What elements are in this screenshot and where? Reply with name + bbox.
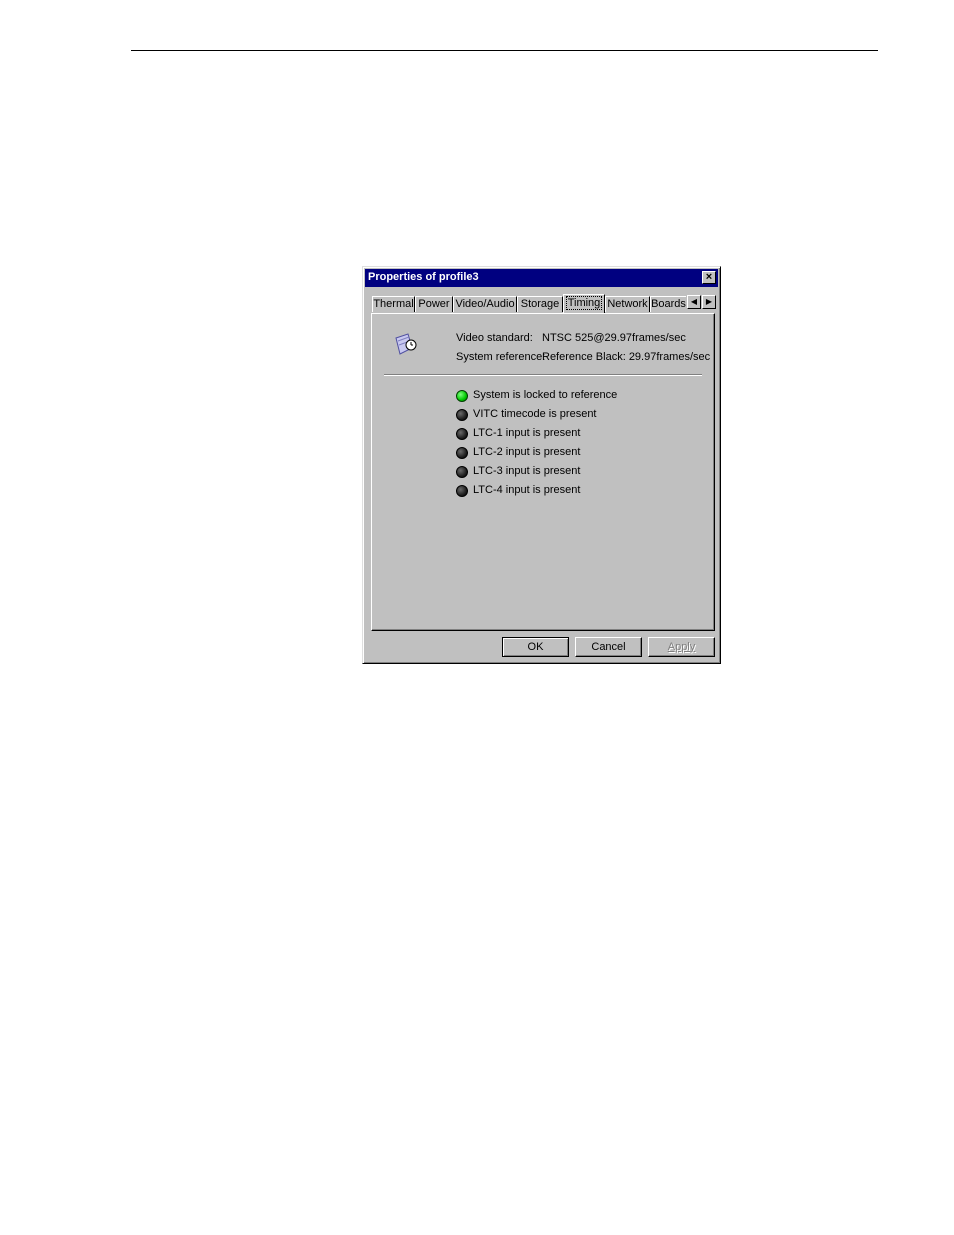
- led-indicator-icon: [456, 485, 468, 497]
- title-bar[interactable]: Properties of profile3 ×: [365, 269, 718, 287]
- led-indicator-icon: [456, 428, 468, 440]
- arrow-left-icon: ◀: [690, 297, 698, 306]
- system-reference-label: System reference:: [456, 351, 546, 363]
- led-indicator-icon: [456, 409, 468, 421]
- led-indicator-icon: [456, 466, 468, 478]
- led-indicator-icon: [456, 447, 468, 459]
- tab-network[interactable]: Network: [605, 296, 650, 312]
- tab-scroll-left-button[interactable]: ◀: [687, 295, 701, 309]
- timing-panel: Video standard: NTSC 525@29.97frames/sec…: [371, 313, 715, 631]
- tab-storage[interactable]: Storage: [517, 296, 563, 312]
- led-indicator-icon: [456, 390, 468, 402]
- cancel-button[interactable]: Cancel: [575, 637, 642, 657]
- tab-video-audio[interactable]: Video/Audio: [453, 296, 517, 312]
- properties-dialog: Properties of profile3 × Thermal Power V…: [362, 266, 721, 664]
- tab-scroll-right-button[interactable]: ▶: [702, 295, 716, 309]
- tab-thermal[interactable]: Thermal: [372, 296, 415, 312]
- apply-button[interactable]: Apply: [648, 637, 715, 657]
- video-standard-label: Video standard:: [456, 332, 533, 344]
- video-standard-value: NTSC 525@29.97frames/sec: [542, 332, 686, 344]
- ok-button[interactable]: OK: [502, 637, 569, 657]
- arrow-right-icon: ▶: [705, 297, 713, 306]
- page-header-rule: [131, 50, 878, 51]
- close-icon: ×: [705, 271, 713, 283]
- dialog-title: Properties of profile3: [368, 271, 479, 283]
- system-reference-value: Reference Black: 29.97frames/sec: [542, 351, 711, 363]
- tab-timing[interactable]: Timing: [563, 294, 605, 313]
- separator: [384, 374, 702, 376]
- tab-boards[interactable]: Boards: [650, 296, 686, 312]
- close-button[interactable]: ×: [702, 271, 716, 284]
- clock-flag-icon: [395, 333, 417, 355]
- tab-strip: Thermal Power Video/Audio Storage Timing…: [372, 294, 717, 314]
- tab-power[interactable]: Power: [415, 296, 453, 312]
